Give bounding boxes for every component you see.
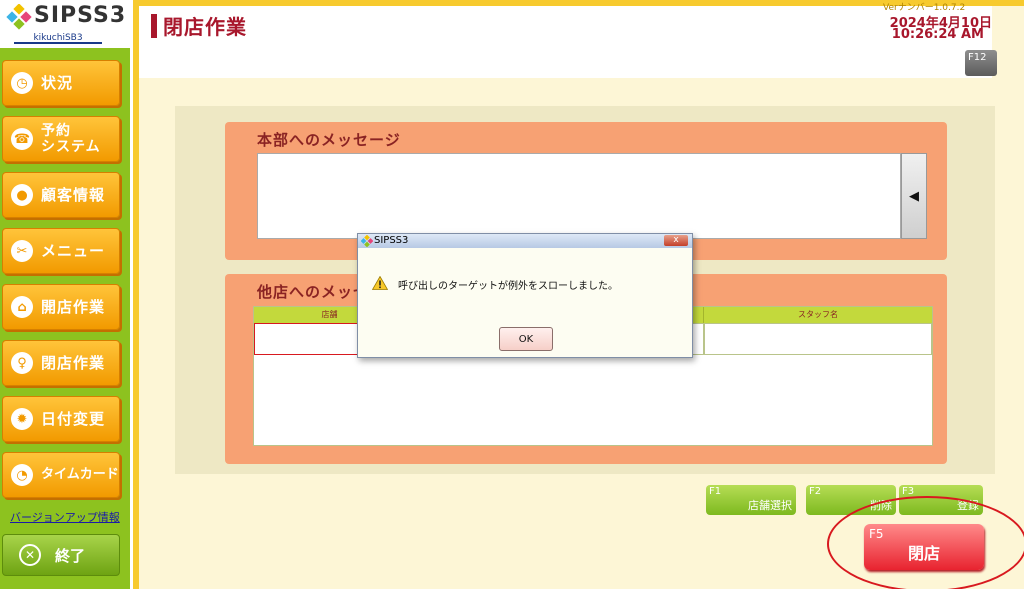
column-header-staff: スタッフ名 <box>704 307 932 323</box>
phone-icon: ☎ <box>11 128 33 150</box>
f2-label: 削除 <box>870 499 892 512</box>
nav-timecard-button[interactable]: ◔ タイムカード <box>2 452 120 498</box>
page-title: 閉店作業 <box>163 15 247 39</box>
nav-open-store-button[interactable]: ⌂ 開店作業 <box>2 284 120 330</box>
shop-icon: ⌂ <box>11 296 33 318</box>
staff-cell[interactable] <box>704 323 932 355</box>
nav-menu-button[interactable]: ✂ メニュー <box>2 228 120 274</box>
current-time: 10:26:24 AM <box>891 27 984 42</box>
logo-area: SIPSS3 kikuchiSB3 <box>0 0 130 48</box>
logo-text: SIPSS3 <box>34 3 127 28</box>
close-circle-icon: ✕ <box>19 544 41 566</box>
f5-key-label: F5 <box>869 527 884 541</box>
dialog-title: SIPSS3 <box>374 235 409 246</box>
nav-label: 日付変更 <box>41 410 106 428</box>
nav-label: タイムカード <box>41 467 119 482</box>
f2-delete-button[interactable]: F2 削除 <box>806 485 896 515</box>
gear-icon: ✹ <box>11 408 33 430</box>
nav-reservation-button[interactable]: ☎ 予約 システム <box>2 116 120 162</box>
nav-close-store-button[interactable]: ♀ 閉店作業 <box>2 340 120 386</box>
nav-status-button[interactable]: ◷ 状況 <box>2 60 120 106</box>
hq-message-label: 本部へのメッセージ <box>257 131 401 149</box>
nav-date-change-button[interactable]: ✹ 日付変更 <box>2 396 120 442</box>
f3-key-label: F3 <box>902 486 915 497</box>
f5-label: 閉店 <box>907 544 940 563</box>
dialog-message: 呼び出しのターゲットが例外をスローしました。 <box>398 281 618 292</box>
dialog-close-button[interactable]: x <box>664 235 688 246</box>
app-logo-icon <box>361 235 373 247</box>
nav-label: 顧客情報 <box>41 186 106 204</box>
f1-store-select-button[interactable]: F1 店舗選択 <box>706 485 796 515</box>
header: 閉店作業 Verナンバー1.0.7.2 2024年4月10日 10:26:24 … <box>139 3 997 78</box>
version-info-link[interactable]: バージョンアップ情報 <box>10 509 120 525</box>
exit-button[interactable]: ✕ 終了 <box>2 534 120 576</box>
f1-key-label: F1 <box>709 486 722 497</box>
error-dialog: SIPSS3 x 呼び出しのターゲットが例外をスローしました。 OK <box>357 233 693 358</box>
f2-key-label: F2 <box>809 486 822 497</box>
f3-register-button[interactable]: F3 登録 <box>899 485 983 515</box>
warning-icon <box>372 276 388 290</box>
logo-diamond-icon <box>6 4 32 30</box>
hq-expand-button[interactable]: ◀ <box>901 153 927 239</box>
key-icon: ♀ <box>11 352 33 374</box>
user-name: kikuchiSB3 <box>14 32 102 44</box>
nav-label: 閉店作業 <box>41 354 106 372</box>
nav-customer-button[interactable]: ● 顧客情報 <box>2 172 120 218</box>
f1-label: 店舗選択 <box>748 499 792 512</box>
scissors-icon: ✂ <box>11 240 33 262</box>
timecard-icon: ◔ <box>11 464 33 486</box>
nav-label: 状況 <box>41 74 74 92</box>
f12-button[interactable]: F12 <box>965 50 997 76</box>
app-window: SIPSS3 kikuchiSB3 ◷ 状況 ☎ 予約 システム ● 顧客情報 … <box>0 0 1024 589</box>
nav-label: 予約 システム <box>41 123 101 155</box>
ok-button[interactable]: OK <box>499 327 553 351</box>
f5-close-store-button[interactable]: F5 閉店 <box>864 524 984 570</box>
arrow-left-icon: ◀ <box>909 188 919 204</box>
person-icon: ● <box>11 184 33 206</box>
nav-label: 開店作業 <box>41 298 106 316</box>
sidebar: SIPSS3 kikuchiSB3 ◷ 状況 ☎ 予約 システム ● 顧客情報 … <box>0 0 130 589</box>
clock-icon: ◷ <box>11 72 33 94</box>
f3-label: 登録 <box>957 499 979 512</box>
hq-message-input[interactable] <box>257 153 901 239</box>
other-store-message-label: 他店へのメッセ <box>257 283 370 301</box>
title-accent-bar <box>151 14 157 38</box>
dialog-titlebar: SIPSS3 x <box>358 234 692 248</box>
exit-label: 終了 <box>55 546 86 565</box>
nav-label: メニュー <box>41 242 106 260</box>
